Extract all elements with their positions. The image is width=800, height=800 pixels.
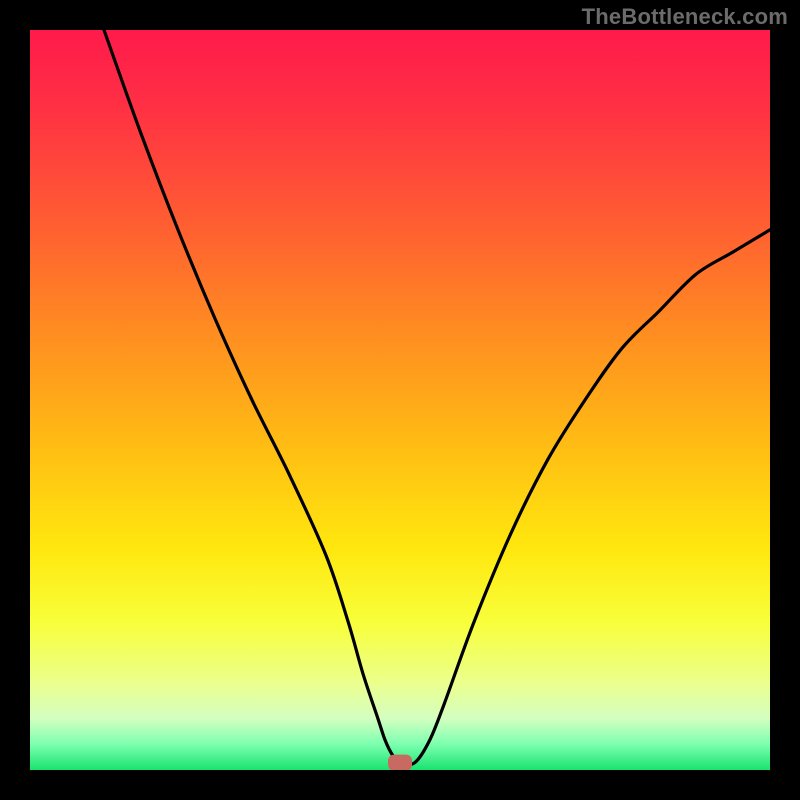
chart-frame: TheBottleneck.com xyxy=(0,0,800,800)
watermark-text: TheBottleneck.com xyxy=(582,4,788,30)
optimal-point-marker xyxy=(388,755,412,770)
plot-area xyxy=(30,30,770,770)
gradient-background xyxy=(30,30,770,770)
bottleneck-chart xyxy=(30,30,770,770)
